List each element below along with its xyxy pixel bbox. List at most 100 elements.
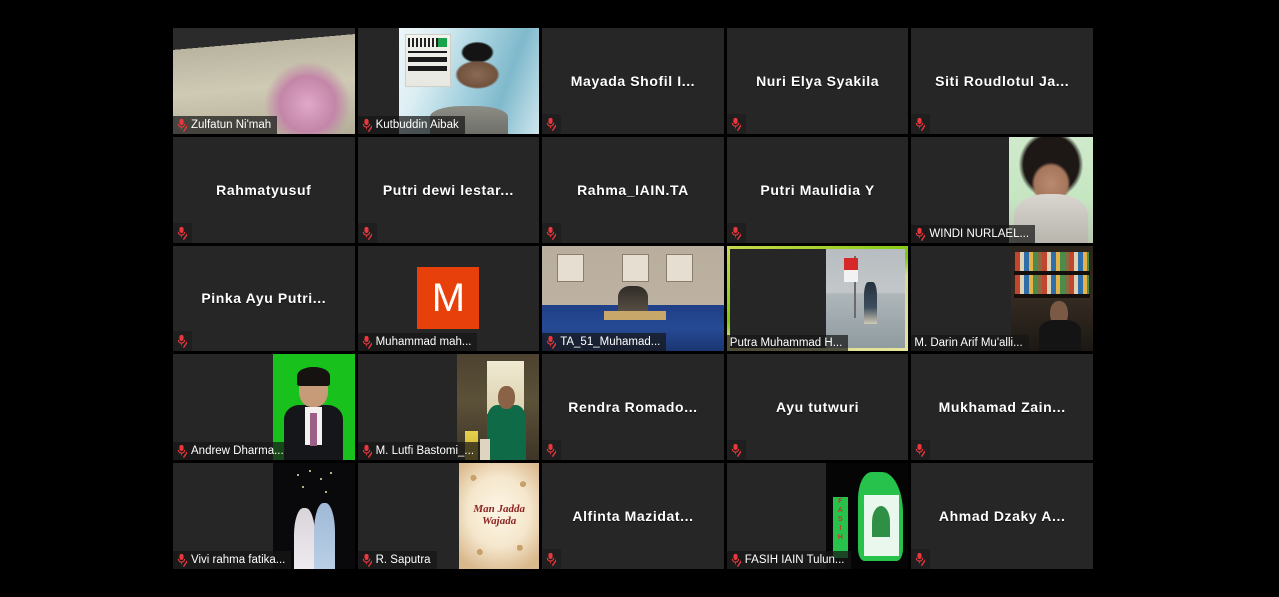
participant-tile[interactable]: WINDI NURLAEL... xyxy=(911,136,1093,243)
participant-tile[interactable]: Putra Muhammad H... xyxy=(726,245,909,352)
participant-name: WINDI NURLAEL... xyxy=(929,227,1030,240)
mic-muted-icon xyxy=(731,444,741,458)
mic-muted-badge xyxy=(357,222,377,243)
mic-muted-badge xyxy=(542,440,562,461)
participant-name: Rahmatyusuf xyxy=(216,181,312,198)
participant-name: Ayu tutwuri xyxy=(776,399,860,416)
participant-name-strip: Zulfatun Ni'mah xyxy=(173,115,278,134)
participant-name: Ahmad Dzaky A... xyxy=(938,508,1066,525)
participant-name: Nuri Elya Syakila xyxy=(756,72,880,89)
mic-muted-icon xyxy=(362,226,372,240)
mic-muted-icon xyxy=(546,444,557,458)
participant-name-strip: FASIH IAIN Tulun... xyxy=(726,551,851,569)
participant-tile[interactable]: Rendra Romado... xyxy=(542,354,724,461)
mic-muted-icon xyxy=(916,552,926,566)
participant-name: Vivi rahma fatika... xyxy=(191,554,286,566)
participant-tile[interactable]: Pinka Ayu Putri... xyxy=(173,245,355,352)
participant-name-strip: R. Saputra xyxy=(357,551,437,569)
mic-muted-icon xyxy=(177,226,187,240)
mic-muted-badge xyxy=(726,222,746,243)
mic-muted-badge xyxy=(173,222,192,243)
mic-muted-icon xyxy=(546,552,557,566)
mic-muted-icon xyxy=(546,226,557,240)
avatar-initial: M xyxy=(417,267,480,330)
participant-tile[interactable]: Kutbuddin Aibak xyxy=(357,28,540,134)
mic-muted-badge xyxy=(542,222,562,243)
participant-tile[interactable]: Zulfatun Ni'mah xyxy=(173,28,355,134)
participant-name: R. Saputra xyxy=(375,554,431,566)
participant-name: Kutbuddin Aibak xyxy=(375,118,459,131)
participant-name: Muhammad mah... xyxy=(375,336,472,349)
participant-tile[interactable]: TA_51_Muhamad... xyxy=(542,245,724,352)
mic-muted-icon xyxy=(177,335,187,349)
participant-name-strip: Vivi rahma fatika... xyxy=(173,551,292,569)
participant-name-strip: Kutbuddin Aibak xyxy=(357,115,465,134)
mic-muted-icon xyxy=(731,553,741,567)
mic-muted-badge xyxy=(542,113,562,134)
participant-tile[interactable]: Mukhamad Zain... xyxy=(911,354,1093,461)
zoom-gallery-stage: Zulfatun Ni'mah Kutbuddin Aibak Mayada Sho… xyxy=(0,0,1279,597)
participant-name: Putri Maulidia Y xyxy=(760,181,875,198)
participant-name-strip: Andrew Dharma... xyxy=(173,442,290,461)
mic-muted-icon xyxy=(362,553,372,567)
participant-name-strip: M. Darin Arif Mu'alli... xyxy=(911,335,1029,352)
participant-name: Mayada Shofil I... xyxy=(570,72,696,89)
participant-tile[interactable]: Ahmad Dzaky A... xyxy=(911,463,1093,569)
participant-tile[interactable]: Alfinta Mazidat... xyxy=(542,463,724,569)
mic-muted-badge xyxy=(911,113,931,134)
participant-name: Zulfatun Ni'mah xyxy=(191,118,272,131)
mic-muted-icon xyxy=(916,227,926,241)
participant-tile[interactable]: M. Darin Arif Mu'alli... xyxy=(911,245,1093,352)
mic-muted-badge xyxy=(911,440,931,461)
participant-name: M. Darin Arif Mu'alli... xyxy=(914,337,1023,350)
mic-muted-icon xyxy=(731,117,741,131)
avatar-caption: Man Jadda Wajada xyxy=(473,503,526,528)
participant-name-strip: TA_51_Muhamad... xyxy=(542,333,667,352)
mic-muted-icon xyxy=(362,118,372,132)
participant-name: TA_51_Muhamad... xyxy=(560,336,661,349)
participant-tile[interactable]: Rahmatyusuf xyxy=(173,136,355,243)
participant-tile[interactable]: F A S I H FASIH IAIN Tulun... xyxy=(726,463,909,569)
participant-tile[interactable]: Man Jadda Wajada R. Saputra xyxy=(357,463,540,569)
mic-muted-badge xyxy=(726,440,746,461)
participant-name-strip: Muhammad mah... xyxy=(357,333,478,352)
participant-name: Putri dewi lestar... xyxy=(382,181,514,198)
participant-tile[interactable]: Nuri Elya Syakila xyxy=(726,28,909,134)
mic-muted-icon xyxy=(177,118,187,132)
participant-name: Rendra Romado... xyxy=(568,399,698,416)
mic-muted-icon xyxy=(916,444,926,458)
participant-name: FASIH IAIN Tulun... xyxy=(744,554,845,566)
participant-name: Rahma_IAIN.TA xyxy=(577,181,689,198)
participant-tile[interactable]: M Muhammad mah... xyxy=(357,245,540,352)
participant-tile[interactable]: Putri Maulidia Y xyxy=(726,136,909,243)
participant-name: Putra Muhammad H... xyxy=(729,337,843,350)
mic-muted-badge xyxy=(911,549,931,569)
participant-video: Man Jadda Wajada xyxy=(459,463,540,569)
participant-tile[interactable]: M. Lutfi Bastomi_... xyxy=(357,354,540,461)
mic-muted-icon xyxy=(362,445,372,459)
participant-tile[interactable]: Putri dewi lestar... xyxy=(357,136,540,243)
mic-muted-icon xyxy=(546,117,557,131)
mic-muted-badge xyxy=(542,549,562,569)
participant-name: Mukhamad Zain... xyxy=(938,399,1066,416)
participant-name: Andrew Dharma... xyxy=(191,445,284,458)
participant-name: Alfinta Mazidat... xyxy=(572,508,694,525)
mic-muted-icon xyxy=(546,336,557,350)
mic-muted-icon xyxy=(916,117,926,131)
mic-muted-icon xyxy=(731,226,741,240)
participant-tile[interactable]: Mayada Shofil I... xyxy=(542,28,724,134)
participant-name: Siti Roudlotul Ja... xyxy=(935,72,1070,89)
participant-name: Pinka Ayu Putri... xyxy=(201,290,327,307)
participant-name-strip: Putra Muhammad H... xyxy=(726,335,849,352)
participant-name-strip: WINDI NURLAEL... xyxy=(911,224,1036,243)
mic-muted-badge xyxy=(726,113,746,134)
participant-tile[interactable]: Rahma_IAIN.TA xyxy=(542,136,724,243)
participant-grid: Zulfatun Ni'mah Kutbuddin Aibak Mayada Sho… xyxy=(173,28,1093,569)
mic-muted-badge xyxy=(173,331,192,352)
participant-tile[interactable]: Vivi rahma fatika... xyxy=(173,463,355,569)
participant-tile[interactable]: Ayu tutwuri xyxy=(726,354,909,461)
participant-tile[interactable]: Siti Roudlotul Ja... xyxy=(911,28,1093,134)
mic-muted-icon xyxy=(362,336,372,350)
participant-tile[interactable]: Andrew Dharma... xyxy=(173,354,355,461)
mic-muted-icon xyxy=(177,553,187,567)
